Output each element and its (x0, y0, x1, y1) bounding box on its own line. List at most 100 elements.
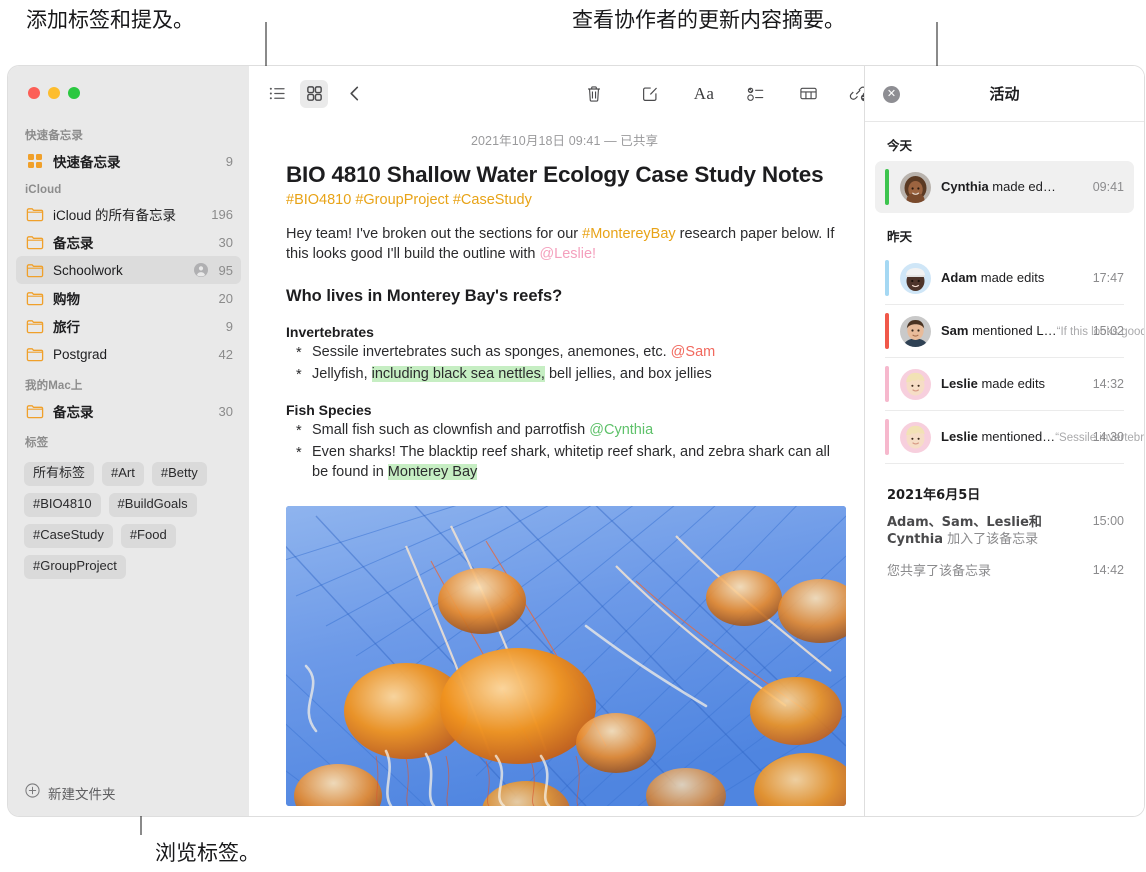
hashtag-montereybay[interactable]: #MontereyBay (582, 226, 676, 242)
format-text-button[interactable]: Aa (690, 80, 718, 108)
tag-chip[interactable]: #Food (120, 523, 176, 548)
sidebar-item-label: 备忘录 (53, 236, 94, 251)
note-content-groups: Invertebrates * Sessile invertebrates such… (286, 324, 843, 482)
sidebar-item-postgrad[interactable]: Postgrad 42 (16, 340, 241, 368)
folder-icon (25, 233, 44, 252)
bullet-text: Sessile invertebrates such as sponges, a… (312, 343, 671, 360)
note-editor[interactable]: 2021年10月18日 09:41 — 已共享 BIO 4810 Shallow… (249, 121, 865, 816)
shared-folder-icon (193, 263, 208, 277)
activity-action: mentioned L… (968, 323, 1057, 338)
format-label: Aa (693, 83, 715, 103)
activity-action: made ed… (988, 179, 1056, 194)
tag-chip[interactable]: #BuildGoals (108, 492, 197, 517)
sidebar-item-schoolwork[interactable]: Schoolwork 95 (16, 256, 241, 284)
sidebar-item-备忘录[interactable]: 备忘录 30 (16, 397, 241, 425)
avatar-adam (900, 262, 931, 294)
intro-part-1: Hey team! I've broken out the sections f… (286, 225, 583, 242)
activity-time: 14:30 (1092, 430, 1124, 444)
activity-person: Adam (941, 270, 978, 285)
bullet-text-tail: bell jellies, and box jellies (544, 365, 712, 382)
avatar-leslie (900, 368, 931, 400)
compose-icon[interactable] (636, 80, 664, 108)
activity-date-label: 2021年6月5日 (887, 488, 981, 503)
sidebar-section-tags-title: 标签 (25, 437, 49, 449)
activity-item[interactable]: Sam mentioned L…“If this looks good I'll… (875, 305, 1144, 357)
sidebar-item-label: Postgrad (53, 346, 108, 362)
activity-line: Leslie made edits (941, 376, 1045, 391)
note-bullet-item: * Jellyfish, including black sea nettles,… (286, 364, 843, 384)
tag-chip[interactable]: 所有标签 (24, 462, 95, 486)
activity-color-bar (885, 169, 889, 205)
sidebar-item-label: iCloud 的所有备忘录 (53, 208, 177, 223)
sidebar-item-快速备忘录[interactable]: 快速备忘录 9 (16, 147, 241, 175)
activity-person: Sam (941, 323, 969, 338)
mention-sam[interactable]: @Sam (671, 344, 716, 360)
new-folder-button[interactable]: 新建文件夹 (8, 770, 249, 816)
quick-note-icon (25, 152, 44, 171)
checklist-icon[interactable] (742, 80, 770, 108)
sidebar-item-icloud-的所有备忘录[interactable]: iCloud 的所有备忘录 196 (16, 200, 241, 228)
trash-icon[interactable] (580, 80, 608, 108)
folder-icon (25, 317, 44, 336)
bullet-asterisk-icon: * (296, 422, 302, 439)
plus-circle-icon (25, 783, 40, 803)
mention-cynthia[interactable]: @Cynthia (589, 422, 653, 438)
tag-chip[interactable]: #GroupProject (24, 554, 126, 579)
activity-header: ✕ 活动 (865, 66, 1144, 121)
sidebar-item-label: 购物 (53, 292, 80, 307)
note-bullet-item: * Even sharks! The blacktip reef shark, w… (286, 442, 843, 482)
highlighted-text: Monterey Bay (387, 463, 478, 480)
sidebar-item-count: 9 (225, 153, 233, 169)
activity-panel: ✕ 活动 今天 Cynthia made ed… 09:41 昨天 Adam made … (864, 66, 1144, 816)
jellyfish-photo-art (286, 505, 846, 806)
sidebar-item-label: Schoolwork (53, 262, 123, 278)
activity-list[interactable]: 今天 Cynthia made ed… 09:41 昨天 Adam made edits… (865, 121, 1144, 816)
tag-chip[interactable]: #Betty (151, 462, 207, 486)
folder-icon (25, 261, 44, 280)
table-icon[interactable] (794, 80, 822, 108)
minimize-button[interactable] (48, 87, 60, 99)
zoom-button[interactable] (68, 87, 80, 99)
sidebar-section-title: 我的Mac上 (25, 380, 83, 392)
main-area: Aa 2021年10月18日 09:41 — 已共享 BIO 4810 Shal… (249, 66, 1144, 816)
list-view-icon[interactable] (263, 80, 291, 108)
jellyfish-photo[interactable] (286, 505, 846, 806)
sidebar-section-title: iCloud (25, 184, 62, 196)
back-chevron-icon[interactable] (340, 80, 368, 108)
sidebar-item-count: 196 (211, 206, 233, 222)
note-bullet-item: * Sessile invertebrates such as sponges, … (286, 342, 843, 362)
highlighted-text: including black sea nettles, (371, 365, 545, 382)
activity-line: Leslie mentioned… (941, 429, 1055, 444)
activity-text: Adam made edits (941, 269, 1085, 287)
sidebar-item-旅行[interactable]: 旅行 9 (16, 312, 241, 340)
activity-text: Sam mentioned L…“If this looks good I'll… (941, 322, 1144, 340)
sidebar-item-count: 95 (218, 262, 233, 278)
tag-chip[interactable]: #Art (102, 462, 144, 486)
activity-item[interactable]: Cynthia made ed… 09:41 (875, 161, 1134, 213)
activity-person: Leslie (941, 376, 978, 391)
activity-title: 活动 (989, 85, 1020, 103)
activity-section-label: 今天 (887, 138, 913, 153)
activity-action: made edits (977, 270, 1045, 285)
sidebar-section-title: 快速备忘录 (25, 130, 83, 142)
activity-system-rest: 您共享了该备忘录 (887, 563, 992, 579)
activity-item[interactable]: Leslie made edits 14:32 (875, 358, 1134, 410)
activity-system-rest: 加入了该备忘录 (942, 532, 1039, 548)
gallery-view-icon[interactable] (300, 79, 328, 108)
bullet-asterisk-icon: * (296, 344, 302, 361)
sidebar-item-count: 20 (218, 290, 233, 306)
sidebar-item-备忘录[interactable]: 备忘录 30 (16, 228, 241, 256)
close-button[interactable] (28, 87, 40, 99)
tag-chip[interactable]: #CaseStudy (24, 523, 113, 548)
activity-item[interactable]: Leslie mentioned…“Sessile invertebrates…… (875, 411, 1144, 463)
activity-action: made edits (977, 376, 1046, 391)
notes-window: 快速备忘录 快速备忘录 9 iCloud iCloud 的所有备忘录 196 备忘录 30 Sc… (8, 66, 1144, 816)
tag-chip[interactable]: #BIO4810 (24, 492, 101, 517)
activity-item[interactable]: Adam made edits 17:47 (875, 252, 1134, 304)
sidebar-item-购物[interactable]: 购物 20 (16, 284, 241, 312)
note-subheading: Fish Species (286, 401, 372, 418)
mention-leslie[interactable]: @Leslie! (539, 246, 596, 262)
sidebar-item-label: 备忘录 (53, 405, 94, 420)
activity-person: Leslie (941, 429, 978, 444)
activity-time: 17:47 (1092, 271, 1124, 285)
